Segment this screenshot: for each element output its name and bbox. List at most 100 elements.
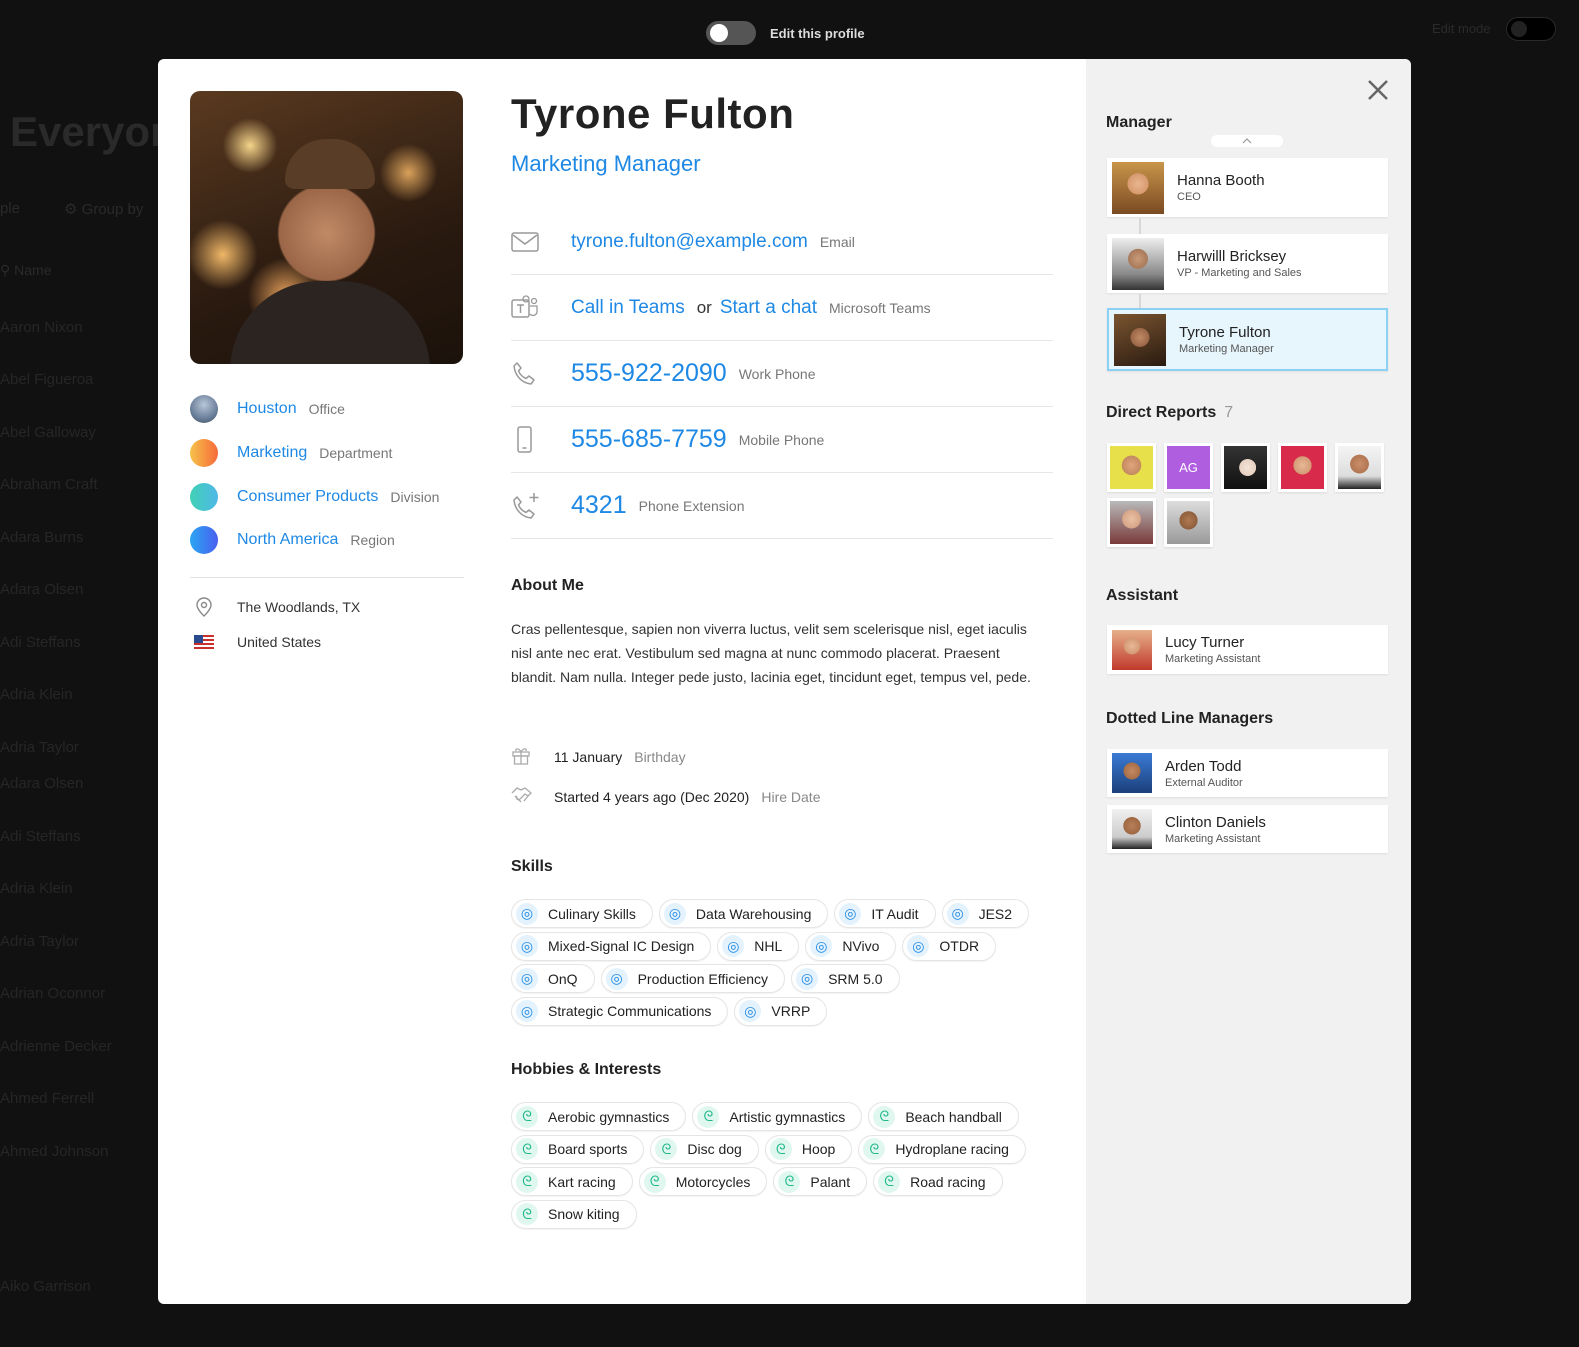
- hobby-chip[interactable]: ᘓ Snow kiting: [511, 1199, 637, 1229]
- mobile-phone-label: Mobile Phone: [738, 431, 825, 448]
- work-phone-link[interactable]: 555-922-2090: [571, 359, 727, 388]
- direct-report-avatar[interactable]: [1107, 498, 1156, 547]
- hobby-chip[interactable]: ᘓ Hoop: [764, 1134, 853, 1164]
- name-column-header[interactable]: ⚲ Name: [0, 262, 52, 279]
- direct-reports-label: Direct Reports: [1106, 404, 1217, 421]
- dotted-manager-card[interactable]: Clinton Daniels Marketing Assistant: [1107, 805, 1388, 853]
- skill-chip[interactable]: ◎ JES2: [941, 899, 1030, 928]
- direct-report-avatar[interactable]: [1278, 443, 1327, 492]
- call-in-teams-link[interactable]: Call in Teams: [571, 297, 685, 319]
- dotted-manager-card[interactable]: Arden Todd External Auditor: [1107, 749, 1388, 797]
- department-link[interactable]: Marketing: [237, 444, 307, 462]
- mobile-phone-link[interactable]: 555-685-7759: [571, 425, 727, 454]
- target-icon: ◎: [810, 935, 833, 957]
- start-chat-link[interactable]: Start a chat: [720, 297, 817, 319]
- background-name[interactable]: Adrienne Decker: [0, 1038, 112, 1055]
- work-phone-row: 555-922-2090 Work Phone: [511, 341, 1053, 407]
- hobby-chip[interactable]: ᘓ Palant: [773, 1167, 868, 1196]
- skill-chip[interactable]: ◎ NVivo: [805, 931, 897, 961]
- expand-chain-button[interactable]: [1211, 135, 1283, 147]
- background-name[interactable]: Abel Figueroa: [0, 371, 93, 388]
- hobby-chip[interactable]: ᘓ Beach handball: [868, 1102, 1019, 1131]
- target-icon: ◎: [516, 935, 538, 957]
- background-name[interactable]: Adrian Oconnor: [0, 985, 105, 1002]
- hobby-chip[interactable]: ᘓ Disc dog: [650, 1134, 759, 1164]
- department-label: Department: [319, 445, 393, 461]
- background-name[interactable]: Adi Steffans: [0, 634, 81, 651]
- manager-card-ceo[interactable]: Hanna Booth CEO: [1107, 158, 1388, 217]
- skills-list: ◎ Culinary Skills ◎ Data Warehousing ◎ IT A…: [511, 899, 1051, 1029]
- close-icon[interactable]: [1365, 77, 1391, 103]
- skill-chip[interactable]: ◎ VRRP: [734, 996, 828, 1026]
- hobby-label: Disc dog: [687, 1141, 742, 1157]
- target-icon: ◎: [516, 902, 538, 925]
- region-link[interactable]: North America: [237, 531, 338, 549]
- background-name[interactable]: Ahmed Johnson: [0, 1143, 108, 1160]
- skill-label: Data Warehousing: [695, 905, 812, 922]
- hobby-chip[interactable]: ᘓ Road racing: [873, 1167, 1003, 1196]
- skill-chip[interactable]: ◎ Strategic Communications: [511, 996, 729, 1026]
- group-by-button[interactable]: ⚙ Group by: [64, 200, 143, 218]
- hire-date-label: Hire Date: [761, 788, 821, 805]
- person-name: Clinton Daniels: [1165, 813, 1266, 831]
- teams-row: Call in Teams or Start a chat Microsoft …: [511, 275, 1053, 341]
- background-name[interactable]: Adria Klein: [0, 686, 73, 703]
- target-icon: ◎: [839, 902, 862, 925]
- background-name[interactable]: Adara Olsen: [0, 581, 83, 598]
- skill-chip[interactable]: ◎ NHL: [717, 931, 800, 961]
- skill-chip[interactable]: ◎ Culinary Skills: [511, 899, 653, 928]
- teams-or-text: or: [696, 297, 712, 317]
- brain-icon: ᘓ: [873, 1105, 896, 1128]
- hobby-chip[interactable]: ᘓ Artistic gymnastics: [692, 1102, 863, 1131]
- hobby-label: Board sports: [548, 1141, 628, 1157]
- hobby-chip[interactable]: ᘓ Kart racing: [511, 1167, 633, 1196]
- extension-value[interactable]: 4321: [571, 491, 627, 520]
- background-name[interactable]: Adara Burns: [0, 529, 83, 546]
- background-name[interactable]: Abraham Craft: [0, 476, 98, 493]
- assistant-card[interactable]: Lucy Turner Marketing Assistant: [1107, 625, 1388, 674]
- background-name[interactable]: Adria Klein: [0, 880, 73, 897]
- edit-profile-toggle[interactable]: [706, 21, 756, 45]
- target-icon: ◎: [796, 967, 819, 990]
- background-name[interactable]: Adara Olsen: [0, 775, 83, 792]
- dotted-line-heading: Dotted Line Managers: [1106, 710, 1274, 727]
- edit-mode-label: Edit mode: [1432, 21, 1491, 36]
- background-name[interactable]: Adria Taylor: [0, 933, 79, 950]
- background-name[interactable]: Adria Taylor: [0, 739, 79, 756]
- hobby-label: Beach handball: [905, 1108, 1002, 1125]
- background-name[interactable]: Abel Galloway: [0, 424, 96, 441]
- current-person-card[interactable]: Tyrone Fulton Marketing Manager: [1107, 308, 1388, 371]
- direct-report-avatar[interactable]: [1221, 443, 1270, 492]
- direct-report-avatar[interactable]: AG: [1164, 443, 1213, 492]
- hobby-chip[interactable]: ᘓ Motorcycles: [638, 1167, 768, 1196]
- skill-chip[interactable]: ◎ OnQ: [511, 964, 595, 993]
- edit-mode-toggle[interactable]: [1506, 17, 1556, 41]
- division-link[interactable]: Consumer Products: [237, 488, 378, 506]
- hobby-chip[interactable]: ᘓ Board sports: [511, 1134, 645, 1164]
- extension-row: 4321 Phone Extension: [511, 473, 1053, 539]
- background-name[interactable]: Aaron Nixon: [0, 319, 83, 336]
- background-name[interactable]: Aiko Garrison: [0, 1278, 91, 1295]
- skill-chip[interactable]: ◎ Data Warehousing: [658, 899, 829, 928]
- teams-icon: [511, 294, 571, 321]
- skill-chip[interactable]: ◎ IT Audit: [834, 899, 936, 928]
- direct-report-avatar[interactable]: [1107, 443, 1156, 492]
- office-link[interactable]: Houston: [237, 400, 297, 418]
- skill-label: Mixed-Signal IC Design: [548, 938, 695, 954]
- background-name[interactable]: Adi Steffans: [0, 828, 81, 845]
- direct-report-avatar[interactable]: [1335, 443, 1384, 492]
- email-label: Email: [819, 233, 855, 250]
- skill-chip[interactable]: ◎ Mixed-Signal IC Design: [511, 931, 712, 961]
- manager-card-vp[interactable]: Harwilll Bricksey VP - Marketing and Sale…: [1107, 234, 1388, 293]
- profile-title[interactable]: Marketing Manager: [511, 151, 701, 177]
- background-name[interactable]: Ahmed Ferrell: [0, 1090, 94, 1107]
- hobby-chip[interactable]: ᘓ Hydroplane racing: [858, 1134, 1026, 1164]
- hobby-chip[interactable]: ᘓ Aerobic gymnastics: [511, 1102, 687, 1131]
- hobby-label: Road racing: [910, 1173, 986, 1190]
- skill-chip[interactable]: ◎ OTDR: [902, 931, 997, 961]
- brain-icon: ᘓ: [769, 1138, 792, 1160]
- skill-chip[interactable]: ◎ Production Efficiency: [600, 964, 786, 993]
- email-link[interactable]: tyrone.fulton@example.com: [571, 231, 808, 253]
- skill-chip[interactable]: ◎ SRM 5.0: [791, 964, 900, 993]
- direct-report-avatar[interactable]: [1164, 498, 1213, 547]
